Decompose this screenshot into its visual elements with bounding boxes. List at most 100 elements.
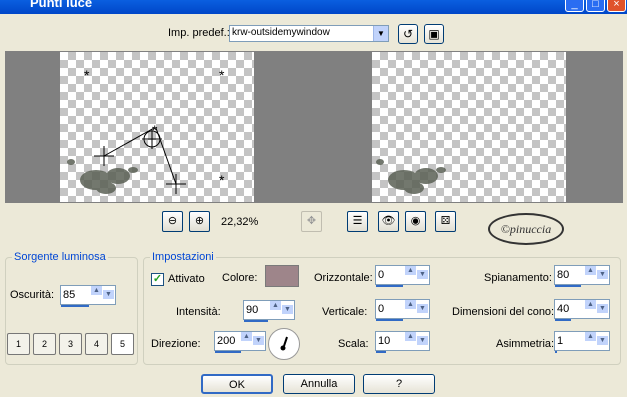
oscurita-stepper[interactable]: 85 ▲ ▼: [60, 285, 116, 307]
preset-select[interactable]: krw-outsidemywindow ▼: [229, 25, 389, 42]
auto-proof-button[interactable]: ◉: [405, 211, 426, 232]
spin-arrows[interactable]: ▲ ▼: [91, 286, 115, 304]
chevron-down-icon[interactable]: ▼: [417, 336, 428, 345]
watermark-text: ©pinuccia: [500, 222, 552, 236]
undo-arrow-icon: ↺: [402, 27, 414, 41]
up-arrow-icon[interactable]: ▲: [91, 286, 102, 295]
orizzontale-slider[interactable]: [376, 285, 403, 287]
spin-arrows[interactable]: ▲ ▼: [241, 332, 265, 350]
spin-arrows[interactable]: ▲ ▼: [585, 332, 609, 350]
chevron-down-icon[interactable]: ▼: [282, 305, 293, 314]
up-arrow-icon[interactable]: ▲: [405, 266, 416, 275]
up-arrow-icon[interactable]: ▲: [585, 266, 596, 275]
spianamento-slider[interactable]: [555, 285, 581, 287]
preset-value: krw-outsidemywindow: [232, 27, 330, 38]
floppy-disk-icon: ▣: [428, 27, 440, 41]
asimmetria-label: Asimmetria:: [496, 338, 555, 350]
chevron-down-icon[interactable]: ▼: [597, 270, 608, 279]
eye-icon: 👁: [381, 215, 396, 227]
light-preset-2[interactable]: 2: [33, 333, 56, 355]
up-arrow-icon[interactable]: ▲: [405, 332, 416, 341]
up-arrow-icon[interactable]: ▲: [585, 300, 596, 309]
orizzontale-value: 0: [378, 269, 385, 281]
chevron-down-icon[interactable]: ▼: [103, 290, 114, 299]
zoom-in-button[interactable]: ⊕: [189, 211, 210, 232]
oscurita-slider[interactable]: [61, 305, 89, 307]
intensita-value: 90: [246, 304, 259, 316]
help-button[interactable]: ?: [363, 374, 435, 394]
up-arrow-icon[interactable]: ▲: [585, 332, 596, 341]
intensita-label: Intensità:: [176, 306, 221, 318]
list-icon: ☰: [352, 215, 363, 227]
cono-stepper[interactable]: 40 ▲ ▼: [554, 299, 610, 321]
direzione-stepper[interactable]: 200 ▲ ▼: [214, 331, 266, 353]
scala-stepper[interactable]: 10 ▲ ▼: [375, 331, 430, 353]
chevron-down-icon[interactable]: ▼: [597, 304, 608, 313]
direction-dial[interactable]: [268, 328, 300, 360]
verticale-stepper[interactable]: 0 ▲ ▼: [375, 299, 430, 321]
spianamento-stepper[interactable]: 80 ▲ ▼: [554, 265, 610, 287]
source-preview[interactable]: * * * *: [5, 51, 317, 203]
orizzontale-stepper[interactable]: 0 ▲ ▼: [375, 265, 430, 287]
verticale-slider[interactable]: [376, 319, 403, 321]
title-bar: Punti luce _ □ ×: [0, 0, 627, 14]
light-preset-4[interactable]: 4: [85, 333, 108, 355]
direzione-label: Direzione:: [151, 338, 201, 350]
close-icon[interactable]: ×: [607, 0, 626, 12]
proof-button[interactable]: 👁: [378, 211, 399, 232]
chevron-down-icon[interactable]: ▼: [597, 336, 608, 345]
svg-text:*: *: [84, 67, 90, 83]
spin-arrows[interactable]: ▲ ▼: [405, 332, 429, 350]
chevron-down-icon[interactable]: ▼: [417, 270, 428, 279]
chevron-down-icon[interactable]: ▼: [373, 26, 388, 41]
up-arrow-icon[interactable]: ▲: [270, 301, 281, 310]
spianamento-label: Spianamento:: [484, 272, 552, 284]
scala-slider[interactable]: [376, 351, 386, 353]
window-title: Punti luce: [30, 0, 93, 10]
show-controls-button[interactable]: ☰: [347, 211, 368, 232]
light-preset-5[interactable]: 5: [111, 333, 134, 355]
zoom-out-button[interactable]: ⊖: [162, 211, 183, 232]
pan-button[interactable]: ✥: [301, 211, 322, 232]
cono-slider[interactable]: [555, 319, 571, 321]
spin-arrows[interactable]: ▲ ▼: [585, 266, 609, 284]
ok-button[interactable]: OK: [201, 374, 273, 394]
randomize-button[interactable]: ⚄: [435, 211, 456, 232]
light-handles[interactable]: * * * *: [6, 52, 316, 202]
colore-label: Colore:: [222, 272, 258, 284]
oscurita-value: 85: [63, 289, 76, 301]
chevron-down-icon[interactable]: ▼: [417, 304, 428, 313]
maximize-icon[interactable]: □: [586, 0, 605, 12]
minimize-icon[interactable]: _: [565, 0, 584, 12]
scala-label: Scala:: [338, 338, 369, 350]
up-arrow-icon[interactable]: ▲: [405, 300, 416, 309]
direzione-slider[interactable]: [215, 351, 241, 353]
intensita-slider[interactable]: [244, 320, 268, 322]
reset-preset-button[interactable]: ↺: [398, 24, 418, 44]
up-arrow-icon[interactable]: ▲: [241, 332, 252, 341]
result-preview: [317, 51, 623, 203]
spin-arrows[interactable]: ▲ ▼: [405, 300, 429, 318]
scala-value: 10: [378, 335, 391, 347]
move-icon: ✥: [306, 215, 317, 227]
light-source-title: Sorgente luminosa: [12, 251, 108, 263]
verticale-label: Verticale:: [322, 306, 368, 318]
direction-arrow-icon: [280, 336, 288, 351]
attivato-checkbox[interactable]: ✓: [151, 273, 164, 286]
chevron-down-icon[interactable]: ▼: [253, 336, 264, 345]
orizzontale-label: Orizzontale:: [314, 272, 373, 284]
light-preset-3[interactable]: 3: [59, 333, 82, 355]
annulla-button[interactable]: Annulla: [283, 374, 355, 394]
intensita-stepper[interactable]: 90 ▲ ▼: [243, 300, 295, 322]
spin-arrows[interactable]: ▲ ▼: [585, 300, 609, 318]
verticale-value: 0: [378, 303, 385, 315]
asimmetria-stepper[interactable]: 1 ▲ ▼: [554, 331, 610, 353]
spin-arrows[interactable]: ▲ ▼: [405, 266, 429, 284]
color-swatch[interactable]: [265, 265, 299, 287]
oscurita-label: Oscurità:: [10, 289, 55, 301]
asimmetria-slider[interactable]: [555, 351, 557, 353]
light-preset-1[interactable]: 1: [7, 333, 30, 355]
save-preset-button[interactable]: ▣: [424, 24, 444, 44]
zoom-in-icon: ⊕: [194, 215, 205, 227]
spin-arrows[interactable]: ▲ ▼: [270, 301, 294, 319]
